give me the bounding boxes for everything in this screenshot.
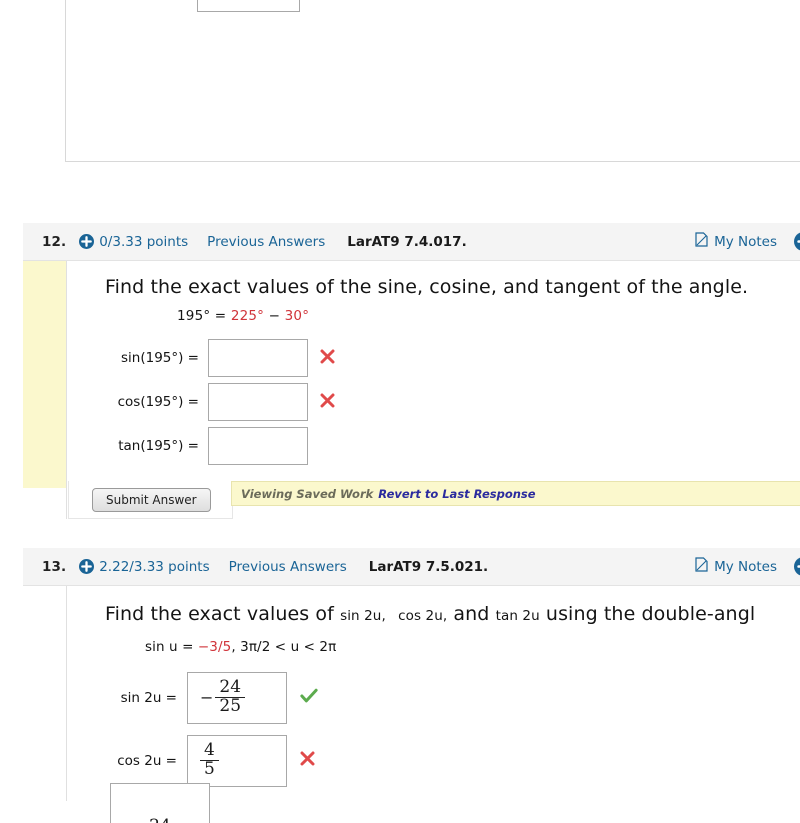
question-13-answer-rows: sin 2u = − 24 25 cos 2u = 4 5	[67, 666, 318, 792]
part-b-fraction: √2 − 1 2	[216, 0, 282, 3]
question-13-my-notes-link[interactable]: My Notes	[695, 557, 777, 576]
question-13-input-cos2u[interactable]: 4 5	[187, 734, 287, 787]
question-12-saved-work-status: Viewing Saved Work	[241, 486, 374, 501]
question-12-body-lower: 195° = 225° − 30° sin(195°) = cos(195°) …	[23, 298, 800, 523]
question-12-prompt: Find the exact values of the sine, cosin…	[105, 276, 749, 298]
question-12-previous-answers-link[interactable]: Previous Answers	[207, 234, 325, 250]
question-12-header-actions: My Notes	[695, 232, 800, 251]
question-13-given-condition: sin u = −3/5, 3π/2 < u < 2π	[145, 639, 336, 655]
question-13-cos2u-fraction: 4 5	[200, 741, 219, 779]
question-12-my-notes-link[interactable]: My Notes	[695, 232, 777, 251]
question-13-row-sin2u: sin 2u = − 24 25	[67, 666, 318, 729]
question-12-input-cos[interactable]	[208, 383, 308, 421]
question-card-13: 13. 2.22/3.33 points Previous Answers La…	[23, 548, 800, 801]
question-13-input-tan2u[interactable]: 24	[110, 783, 210, 823]
question-12-input-tan[interactable]	[208, 427, 308, 465]
question-12-textbook-reference: LarAT9 7.4.017.	[347, 233, 467, 250]
question-13-points: 2.22/3.33 points	[99, 558, 210, 575]
submit-answer-button[interactable]: Submit Answer	[92, 488, 211, 512]
question-12-revert-link[interactable]: Revert to Last Response	[378, 487, 535, 501]
note-document-icon	[695, 232, 708, 251]
question-13-previous-answers-link[interactable]: Previous Answers	[229, 559, 347, 575]
question-13-input-sin2u[interactable]: − 24 25	[187, 671, 287, 724]
question-12-row-tan: tan(195°) =	[67, 424, 335, 468]
question-13-prompt-part2: and	[447, 603, 496, 625]
x-mark-icon	[320, 349, 335, 368]
question-12-points: 0/3.33 points	[99, 233, 189, 250]
question-12-label-sin: sin(195°) =	[121, 350, 199, 366]
question-13-label-cos2u: cos 2u =	[117, 752, 177, 769]
question-12-given-equation: 195° = 225° − 30°	[177, 308, 309, 324]
part-b-answer-box[interactable]: √2 − 1 2	[197, 0, 300, 12]
question-12-my-notes-label: My Notes	[714, 233, 777, 250]
question-13-prompt-part3: using the double-angl	[539, 603, 756, 625]
question-12-highlight-stripe-lower	[23, 298, 66, 488]
question-13-tan2u-numerator: 24	[145, 817, 175, 823]
question-13-prompt: Find the exact values of sin 2u, cos 2u,…	[105, 603, 755, 625]
question-12-given-red-a: 225°	[230, 308, 265, 324]
check-mark-icon	[300, 688, 318, 708]
question-12-given-mid: −	[264, 308, 285, 324]
plus-circle-icon[interactable]	[79, 234, 95, 249]
note-document-icon	[695, 557, 708, 576]
question-13-header-actions: My Notes	[695, 557, 800, 576]
question-13-content: Find the exact values of sin 2u, cos 2u,…	[66, 586, 800, 801]
question-13-sin2u-fraction: 24 25	[215, 678, 246, 716]
question-13-sin2u-denominator: 25	[219, 696, 242, 716]
question-12-label-tan: tan(195°) =	[118, 438, 199, 454]
question-13-given-prefix: sin u =	[145, 639, 198, 655]
question-13-sin2u-sign: −	[200, 688, 214, 707]
question-12-saved-work-banner: Viewing Saved Work Revert to Last Respon…	[231, 481, 800, 506]
question-13-prompt-tan2u: tan 2u	[495, 608, 540, 624]
question-13-tan2u-fraction: 24	[145, 817, 175, 823]
question-12-row-cos: cos(195°) =	[67, 380, 335, 424]
previous-question-panel: (b) sin 135° − cos 60° √2 − 1 2	[65, 0, 800, 162]
question-12-expand-plus-icon[interactable]	[794, 232, 800, 251]
question-12-given-prefix: 195° =	[177, 308, 231, 324]
part-b-fraction-denominator: 2	[239, 0, 258, 3]
question-13-expand-plus-icon[interactable]	[794, 557, 800, 576]
question-13-body: Find the exact values of sin 2u, cos 2u,…	[23, 586, 800, 801]
question-12-submit-area: Submit Answer	[68, 481, 233, 519]
question-12-input-sin[interactable]	[208, 339, 308, 377]
question-12-label-cos: cos(195°) =	[117, 394, 199, 410]
x-mark-icon	[300, 751, 315, 770]
question-13-number: 13.	[42, 558, 67, 575]
question-13-prompt-cos2u: cos 2u,	[398, 608, 448, 624]
question-13-prompt-part1: Find the exact values of	[105, 603, 341, 625]
question-13-my-notes-label: My Notes	[714, 558, 777, 575]
question-12-number: 12.	[42, 233, 67, 250]
question-12-row-sin: sin(195°) =	[67, 336, 335, 380]
plus-circle-icon[interactable]	[79, 559, 95, 574]
question-12-answer-rows: sin(195°) = cos(195°) = tan(195°) =	[67, 336, 335, 468]
question-12-given-red-b: 30°	[284, 308, 310, 324]
question-13-header: 13. 2.22/3.33 points Previous Answers La…	[23, 548, 800, 586]
x-mark-icon	[320, 393, 335, 412]
question-13-textbook-reference: LarAT9 7.5.021.	[368, 558, 489, 575]
question-13-given-red: −3/5	[197, 639, 232, 655]
question-13-label-sin2u: sin 2u =	[120, 689, 177, 706]
question-12-header: 12. 0/3.33 points Previous Answers LarAT…	[23, 223, 800, 261]
question-13-prompt-sin2u: sin 2u,	[340, 608, 386, 624]
question-13-cos2u-denominator: 5	[204, 759, 215, 779]
question-13-given-suffix: , 3π/2 < u < 2π	[231, 639, 337, 655]
